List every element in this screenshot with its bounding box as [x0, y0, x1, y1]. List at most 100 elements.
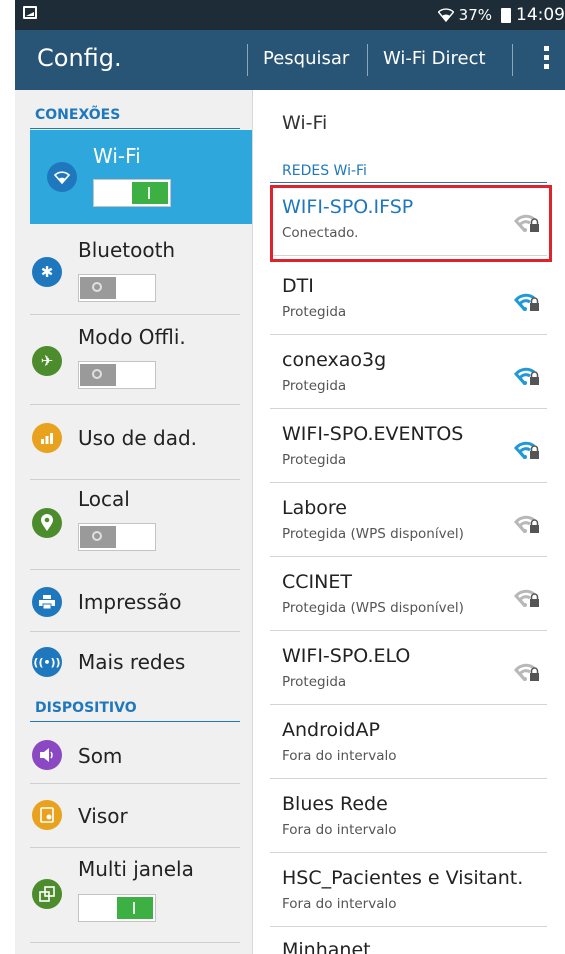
- sidebar-item-data-usage[interactable]: Uso de dad.: [30, 406, 240, 470]
- divider: [270, 408, 547, 409]
- network-status: Protegida (WPS disponível): [282, 600, 464, 616]
- airplane-toggle[interactable]: [78, 361, 156, 389]
- divider: [270, 556, 547, 557]
- divider: [270, 334, 547, 335]
- sidebar-item-label: Local: [78, 487, 130, 511]
- section-divider: [270, 182, 547, 183]
- multi-window-toggle[interactable]: [78, 894, 156, 922]
- divider: [30, 942, 240, 943]
- location-toggle[interactable]: [78, 523, 156, 551]
- divider: [30, 847, 240, 848]
- network-name: AndroidAP: [282, 719, 380, 741]
- wifi-signal-locked-icon: [514, 293, 539, 312]
- display-icon: [32, 800, 62, 830]
- network-name: conexao3g: [282, 349, 387, 371]
- sidebar-item-label: Bluetooth: [78, 238, 176, 262]
- network-item[interactable]: WIFI-SPO.ELO Protegida: [270, 633, 547, 705]
- divider: [30, 783, 240, 784]
- divider: [270, 630, 547, 631]
- divider: [270, 852, 547, 853]
- bluetooth-toggle[interactable]: [78, 274, 156, 302]
- sidebar-item-multi-window[interactable]: Multi janela: [30, 849, 240, 939]
- network-item[interactable]: Minhanet: [270, 929, 547, 954]
- network-item[interactable]: Blues Rede Fora do intervalo: [270, 781, 547, 853]
- network-name: WIFI-SPO.EVENTOS: [282, 423, 464, 445]
- divider: [270, 482, 547, 483]
- data-usage-icon: [32, 423, 62, 453]
- sidebar-item-wifi[interactable]: Wi-Fi: [30, 130, 252, 224]
- clock: 14:09: [516, 5, 565, 25]
- wifi-toggle[interactable]: [93, 179, 171, 207]
- overflow-menu-icon[interactable]: [544, 46, 549, 72]
- search-button[interactable]: Pesquisar: [263, 48, 349, 69]
- sidebar-item-label: Mais redes: [78, 650, 186, 674]
- sidebar-item-printing[interactable]: Impressão: [30, 571, 240, 631]
- wifi-signal-locked-icon: [514, 589, 539, 608]
- network-name: HSC_Pacientes e Visitant.: [282, 867, 524, 889]
- wifi-signal-locked-icon: [514, 515, 539, 534]
- sidebar-item-label: Impressão: [78, 590, 182, 614]
- sidebar-item-label: Multi janela: [78, 857, 194, 881]
- sidebar-item-more-networks[interactable]: ((•)) Mais redes: [30, 633, 240, 691]
- wifi-direct-button[interactable]: Wi-Fi Direct: [383, 48, 486, 69]
- network-item[interactable]: conexao3g Protegida: [270, 337, 547, 409]
- network-item[interactable]: WIFI-SPO.EVENTOS Protegida: [270, 411, 547, 483]
- battery-icon: [501, 7, 511, 23]
- panel-title: Wi-Fi: [282, 112, 328, 134]
- network-item[interactable]: CCINET Protegida (WPS disponível): [270, 559, 547, 631]
- network-status: Fora do intervalo: [282, 896, 397, 912]
- divider: [30, 314, 240, 315]
- bluetooth-icon: ✱: [32, 257, 62, 287]
- divider: [270, 926, 547, 927]
- sidebar-item-sound[interactable]: Som: [30, 723, 240, 783]
- settings-sidebar: CONEXÕES Wi-Fi ✱ Bluetooth ✈ Modo Offli.…: [15, 90, 253, 954]
- network-item[interactable]: AndroidAP Fora do intervalo: [270, 707, 547, 779]
- page-title: Config.: [37, 44, 122, 72]
- battery-percent: 37%: [458, 6, 492, 24]
- network-name: Minhanet: [282, 939, 371, 954]
- network-status: Fora do intervalo: [282, 822, 397, 838]
- sidebar-item-airplane-mode[interactable]: ✈ Modo Offli.: [30, 316, 240, 404]
- network-status: Protegida: [282, 378, 347, 394]
- sidebar-item-label: Visor: [78, 804, 128, 828]
- sidebar-item-label: Wi-Fi: [93, 144, 141, 168]
- network-name: WIFI-SPO.ELO: [282, 645, 411, 667]
- network-item[interactable]: HSC_Pacientes e Visitant. Fora do interv…: [270, 855, 547, 927]
- network-item[interactable]: Labore Protegida (WPS disponível): [270, 485, 547, 557]
- section-wifi-networks: REDES Wi-Fi: [282, 163, 367, 179]
- network-status: Fora do intervalo: [282, 748, 397, 764]
- network-name: Labore: [282, 497, 347, 519]
- network-item[interactable]: DTI Protegida: [270, 263, 547, 335]
- status-bar: 37% 14:09: [15, 0, 565, 30]
- wifi-status-icon: [437, 8, 454, 22]
- section-connections: CONEXÕES: [35, 107, 121, 123]
- location-icon: [32, 508, 62, 538]
- divider: [30, 479, 240, 480]
- divider: [30, 569, 240, 570]
- multi-window-icon: [32, 879, 62, 909]
- sidebar-item-label: Uso de dad.: [78, 426, 198, 450]
- section-device: DISPOSITIVO: [35, 700, 137, 716]
- sound-icon: [32, 740, 62, 770]
- wifi-icon: [47, 162, 77, 192]
- divider: [512, 44, 513, 76]
- screenshot-icon: [23, 6, 37, 19]
- sidebar-item-display[interactable]: Visor: [30, 785, 240, 845]
- network-name: DTI: [282, 275, 314, 297]
- sidebar-item-label: Modo Offli.: [78, 325, 186, 349]
- sidebar-item-label: Som: [78, 744, 123, 768]
- wifi-signal-locked-icon: [514, 663, 539, 682]
- divider: [270, 778, 547, 779]
- network-status: Protegida: [282, 452, 347, 468]
- divider: [30, 631, 240, 632]
- network-status: Protegida: [282, 304, 347, 320]
- network-name: Blues Rede: [282, 793, 388, 815]
- section-divider: [30, 721, 240, 722]
- wifi-signal-locked-icon: [514, 441, 539, 460]
- highlight-box: [270, 185, 552, 262]
- wifi-signal-locked-icon: [514, 367, 539, 386]
- sidebar-item-bluetooth[interactable]: ✱ Bluetooth: [30, 226, 240, 314]
- sidebar-item-location[interactable]: Local: [30, 481, 240, 569]
- airplane-icon: ✈: [32, 346, 62, 376]
- divider: [30, 404, 240, 405]
